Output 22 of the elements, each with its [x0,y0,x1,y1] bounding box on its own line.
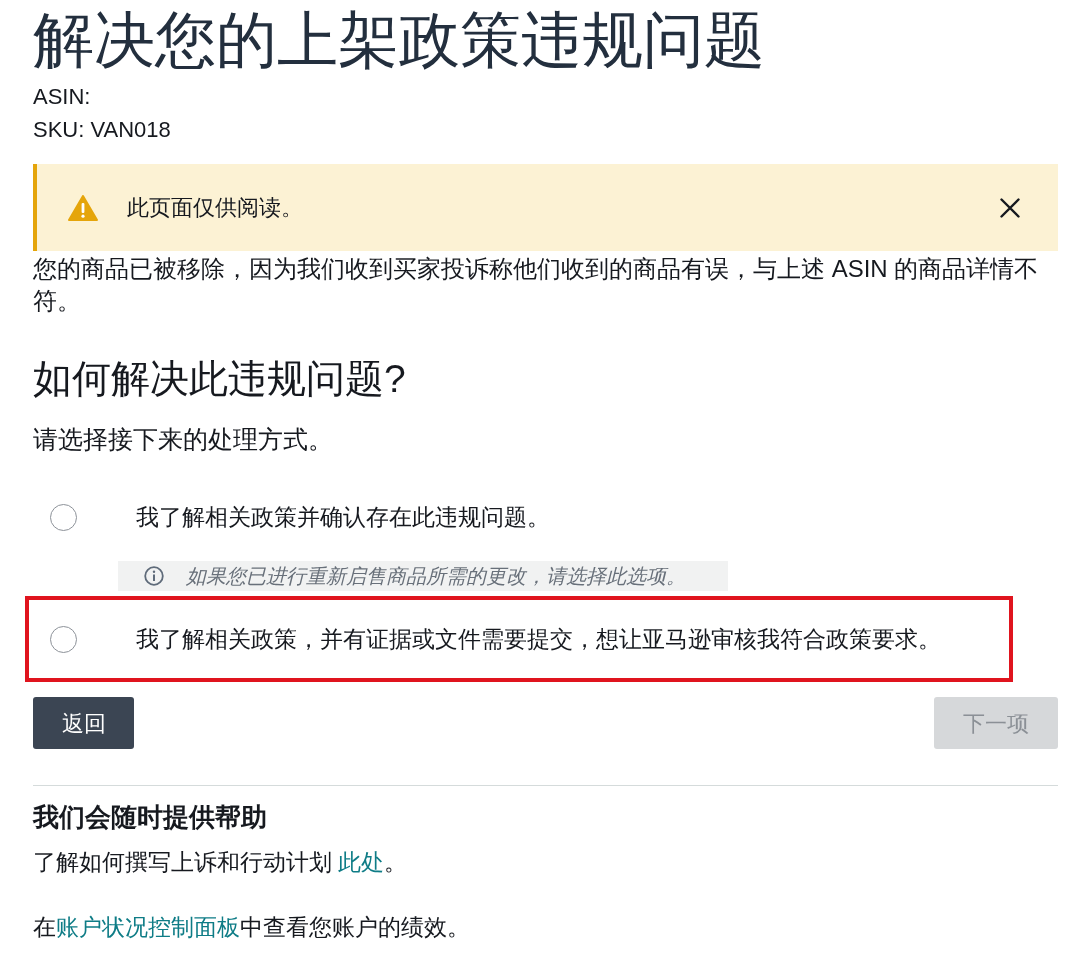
help-text: 在账户状况控制面板中查看您账户的绩效。 [33,913,471,942]
hint-text: 如果您已进行重新启售商品所需的更改，请选择此选项。 [186,564,686,589]
warning-icon [68,194,98,221]
help-text: 了解如何撰写上诉和行动计划 此处。 [33,848,409,877]
page-title: 解决您的上架政策违规问题 [33,5,766,76]
alert-message: 此页面仅供阅读。 [127,193,303,222]
help-heading: 我们会随时提供帮助 [33,801,268,833]
option-label[interactable]: 我了解相关政策并确认存在此违规问题。 [136,502,550,532]
radio-button[interactable] [50,503,77,531]
back-button[interactable]: 返回 [33,697,134,749]
product-id-text: ASIN: [33,83,92,111]
option-label[interactable]: 我了解相关政策，并有证据或文件需要提交，想让亚马逊审核我符合政策要求。 [136,624,941,654]
info-icon [144,566,164,586]
section-heading: 如何解决此违规问题? [33,356,407,402]
instruction-text: 请选择接下来的处理方式。 [33,424,334,455]
close-icon [1000,197,1020,218]
radio-button[interactable] [50,625,77,653]
description-text: 您的商品已被移除，因为我们收到买家投诉称他们收到的商品有误，与上述 ASIN 的商品详情不符。 [33,254,1040,316]
product-id-text: SKU: VAN018 [33,116,172,144]
close-button[interactable] [1000,197,1020,218]
inline-link[interactable]: 此处 [338,849,385,875]
inline-link[interactable]: 账户状况控制面板 [56,914,240,940]
